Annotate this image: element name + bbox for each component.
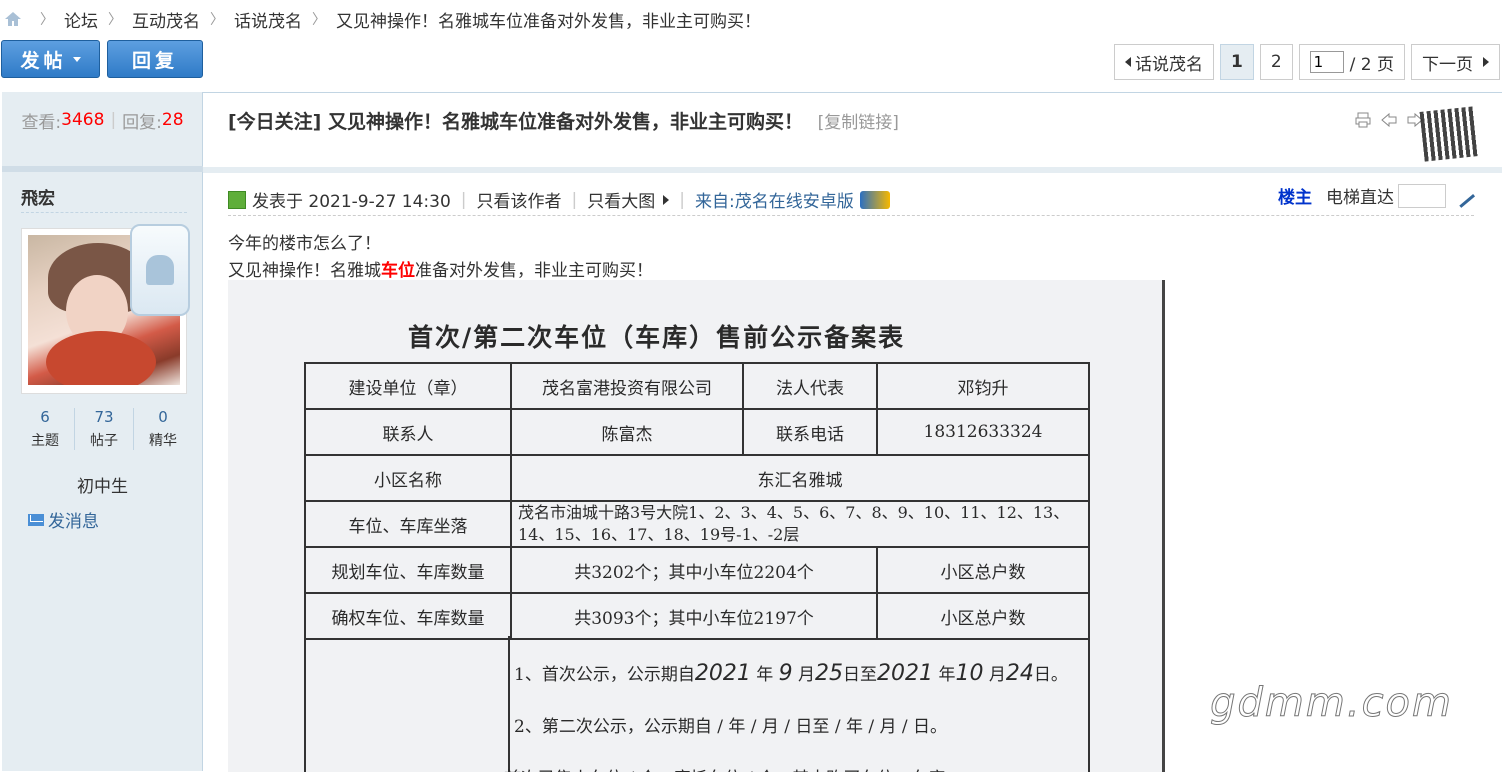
stats-divider: | [110,110,117,130]
author-sidebar: 查看: 3468 | 回复: 28 飛宏 6 主题 73 帖子 0 精华 初中生… [2,92,203,771]
doc-note-1: 1、首次公示，公示期自2021 年 9 月25日至2021 年10 月24日。 [514,661,1068,686]
user-rank: 初中生 [77,477,128,497]
replies-count: 28 [161,110,184,130]
post-button-label: 发帖 [20,49,67,72]
post-image[interactable]: 首次/第二次车位（车库）售前公示备案表 建设单位（章） 茂名富港投资有限公司 法… [228,280,1165,772]
doc-note-2: 2、第二次公示，公示期自 / 年 / 月 / 日至 / 年 / 月 / 日。 [514,717,948,737]
post-main: [今日关注] 又见神操作！名雅城车位准备对外发售，非业主可购买！ [复制链接] … [203,92,1502,772]
highlight-keyword[interactable]: 车位 [381,261,415,281]
author-divider [21,212,187,213]
big-image-link[interactable]: 只看大图 [587,187,655,212]
reply-button[interactable]: 回复 [107,40,203,78]
breadcrumb-board[interactable]: 话说茂名 [234,7,302,32]
triangle-right-icon [1483,57,1489,67]
doc-title: 首次/第二次车位（车库）售前公示备案表 [408,323,906,352]
breadcrumb-forum[interactable]: 论坛 [64,7,98,32]
digest-count[interactable]: 0 精华 [134,408,192,450]
triangle-right-icon [663,194,670,205]
back-to-forum-label: 话说茂名 [1134,54,1203,75]
send-message-label: 发消息 [48,512,99,532]
only-author-link[interactable]: 只看该作者 [477,187,562,212]
chevron-right-icon: 〉 [312,12,326,28]
thread-toolbar: 发帖 回复 话说茂名 1 2 / 2 页 下一页 [0,38,1503,80]
page-2[interactable]: 2 [1259,44,1293,80]
android-client-icon [130,224,190,316]
doc-table: 建设单位（章） 茂名富港投资有限公司 法人代表 邓钧升 联系人 陈富杰 联系电话… [304,362,1090,640]
qr-code-icon[interactable] [1419,106,1479,162]
print-icon[interactable] [1354,111,1372,129]
post-line-1: 今年的楼市怎么了！ [228,234,381,254]
envelope-icon [28,513,44,526]
author-name[interactable]: 飛宏 [21,184,55,209]
prev-thread-icon[interactable] [1380,111,1398,129]
post-button[interactable]: 发帖 [1,40,100,78]
chevron-right-icon: 〉 [40,12,54,28]
floor-input[interactable] [1398,183,1446,208]
copy-link-button[interactable]: [复制链接] [818,113,899,133]
page-1[interactable]: 1 [1219,44,1254,80]
thread-title: [今日关注] 又见神操作！名雅城车位准备对外发售，非业主可购买！ [复制链接] [228,107,899,134]
replies-label: 回复: [122,112,162,133]
site-watermark: gdmm.com [1210,680,1453,727]
reply-button-label: 回复 [131,49,178,72]
send-message-link[interactable]: 发消息 [28,507,99,532]
next-page-button[interactable]: 下一页 [1411,44,1500,80]
page-input[interactable] [1309,51,1344,73]
breadcrumb-thread[interactable]: 又见神操作！名雅城车位准备对外发售，非业主可购买！ [336,7,761,32]
chevron-right-icon: 〉 [108,12,122,28]
triangle-left-icon [1124,57,1131,67]
jump-icon[interactable] [1450,183,1476,208]
chevron-right-icon: 〉 [210,12,224,28]
page-jump: / 2 页 [1298,44,1405,80]
views-count: 3468 [61,110,105,130]
thread-actions [1354,111,1424,129]
post-time: 发表于 2021-9-27 14:30 [252,192,451,212]
threads-count[interactable]: 6 主题 [16,408,75,450]
breadcrumb-category[interactable]: 互动茂名 [132,7,200,32]
floor-owner-label: 楼主 [1278,188,1312,208]
views-label: 查看: [21,112,62,133]
source-link[interactable]: 来自:茂名在线安卓版 [695,187,854,212]
pagination: 话说茂名 1 2 / 2 页 下一页 [1113,44,1500,80]
meta-divider [228,215,1474,216]
sidebar-divider [2,166,203,172]
page-total: / 2 页 [1349,54,1394,75]
posts-count[interactable]: 73 帖子 [75,408,134,450]
app-logo-icon [859,190,890,209]
home-icon[interactable] [4,11,22,27]
thread-title-text: [今日关注] 又见神操作！名雅城车位准备对外发售，非业主可购买！ [228,111,803,133]
doc-notes: 1、首次公示，公示期自2021 年 9 月25日至2021 年10 月24日。 … [504,648,1068,772]
post-content: 今年的楼市怎么了！ 又见神操作！名雅城车位准备对外发售，非业主可购买！ [228,231,653,285]
online-status-icon [228,190,246,209]
doc-note-3: 首次已售小车位 / 个，摩托车位 / 个；其中购买车位、车库 [504,753,1068,772]
breadcrumb: 〉 论坛 〉 互动茂名 〉 话说茂名 〉 又见神操作！名雅城车位准备对外发售，非… [0,0,1503,38]
floor-nav: 楼主 电梯直达 [1278,183,1476,208]
next-page-label: 下一页 [1422,54,1473,75]
caret-down-icon [72,56,81,62]
thread-stats: 查看: 3468 | 回复: 28 [2,92,203,166]
title-divider [203,167,1502,173]
author-counts: 6 主题 73 帖子 0 精华 [16,408,192,450]
elevator-label: 电梯直达 [1326,188,1394,208]
back-to-forum-link[interactable]: 话说茂名 [1113,44,1214,80]
post-meta: 发表于 2021-9-27 14:30 | 只看该作者 | 只看大图 | 来自:… [228,187,890,212]
